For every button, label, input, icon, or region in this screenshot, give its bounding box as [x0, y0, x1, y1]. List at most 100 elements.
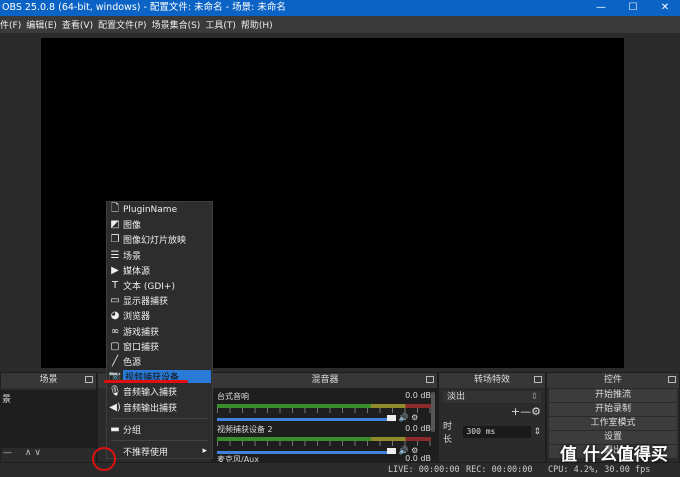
menu-item-label: 媒体源 — [123, 266, 151, 277]
menu-item-label: 显示器捕获 — [123, 297, 169, 308]
menu-item-label: 色源 — [123, 357, 142, 368]
volume-slider[interactable] — [217, 418, 387, 421]
start-streaming-button[interactable]: 开始推流 — [549, 389, 677, 402]
remove-scene-button[interactable]: — — [3, 448, 12, 458]
menu-item[interactable]: ◕ 浏览器 — [107, 308, 212, 323]
menu-item-group[interactable]: ▬ 分组 — [107, 422, 212, 437]
minimize-button[interactable]: — — [586, 0, 616, 16]
menu-file[interactable]: 件(F) — [0, 18, 21, 31]
spinner[interactable]: ⇕ — [533, 427, 541, 437]
add-source-menu: 🗋 PluginName ◩ 图像 ❐ 图像幻灯片放映 ☰ 场景 ▶ 媒体源 T 文本 (GDI+) ▭… — [106, 201, 213, 459]
menu-item-label: 图像幻灯片放映 — [123, 236, 187, 247]
duration-input[interactable]: 300 ms — [463, 426, 532, 438]
transitions-dock: 转场特效 淡出 ⇕ +—⚙ 时长 300 ms ⇕ — [438, 372, 546, 463]
move-up-button[interactable]: ∧ — [25, 448, 32, 458]
mixer-header: 混音器 — [213, 373, 437, 388]
menu-item-label: 音频输出捕获 — [123, 403, 178, 414]
menu-item[interactable]: ❐ 图像幻灯片放映 — [107, 232, 212, 247]
channel-level: 0.0 dB — [405, 424, 431, 433]
rec-status: REC: 00:00:00 — [466, 465, 533, 475]
scenes-dock: 场景 景 — ∧ ∨ — [0, 372, 97, 463]
float-icon[interactable] — [668, 376, 676, 383]
menu-item[interactable]: 🗋 PluginName — [107, 202, 212, 217]
scenes-header: 场景 — [1, 373, 96, 388]
mixer-channel: 视频捕获设备 2 0.0 dB 🔊 ⚙ — [217, 424, 431, 455]
scene-item[interactable]: 景 — [1, 390, 96, 407]
menu-item-deprecated[interactable]: 不推荐使用 ▸ — [107, 444, 212, 459]
annotation-underline — [104, 380, 188, 383]
menu-item[interactable]: ▶ 媒体源 — [107, 263, 212, 278]
menu-item[interactable]: 🎙 音频输入捕获 — [107, 384, 212, 399]
menu-view[interactable]: 查看(V) — [62, 18, 93, 31]
monitor-icon: ▭ — [110, 295, 120, 307]
mixer-channel: 麦克风/Aux 0.0 dB — [217, 454, 431, 462]
play-icon: ▶ — [111, 264, 119, 276]
microphone-icon: 🎙 — [108, 386, 122, 398]
channel-name: 台式音响 — [217, 392, 249, 401]
title-bar: OBS 25.0.8 (64-bit, windows) - 配置文件: 未命名… — [0, 0, 680, 16]
speaker-icon[interactable]: 🔊 — [399, 413, 409, 422]
menu-item[interactable]: ☰ 场景 — [107, 248, 212, 263]
controls-header: 控件 — [547, 373, 679, 388]
brush-icon: ╱ — [111, 355, 119, 367]
menu-item[interactable]: T 文本 (GDI+) — [107, 278, 212, 293]
channel-name: 麦克风/Aux — [217, 455, 259, 462]
menu-item-label: PluginName — [123, 204, 178, 215]
submenu-arrow-icon: ▸ — [202, 446, 207, 457]
menu-profile[interactable]: 配置文件(P) — [98, 18, 146, 31]
slider-handle[interactable] — [387, 447, 396, 454]
channel-name: 视频捕获设备 2 — [217, 425, 273, 434]
meter-ticks — [217, 441, 431, 446]
gear-icon[interactable]: ⚙ — [531, 405, 541, 418]
window-title: OBS 25.0.8 (64-bit, windows) - 配置文件: 未命名… — [2, 2, 286, 13]
controls-title: 控件 — [603, 375, 622, 385]
transition-select[interactable]: 淡出 ⇕ — [443, 391, 541, 403]
gear-icon[interactable]: ⚙ — [411, 413, 418, 422]
menu-item-label: 窗口捕获 — [123, 342, 160, 353]
start-recording-button[interactable]: 开始录制 — [549, 403, 677, 416]
text-icon: T — [111, 280, 119, 292]
maximize-button[interactable]: ☐ — [618, 0, 648, 16]
menu-item-label: 文本 (GDI+) — [123, 282, 175, 293]
float-icon[interactable] — [534, 376, 542, 383]
menu-bar: 件(F) 编辑(E) 查看(V) 配置文件(P) 场景集合(S) 工具(T) 帮… — [0, 16, 680, 33]
add-transition-button[interactable]: + — [511, 405, 520, 418]
channel-level: 0.0 dB — [405, 454, 431, 462]
remove-transition-button[interactable]: — — [520, 405, 531, 418]
menu-item-label: 场景 — [123, 251, 142, 262]
slider-handle[interactable] — [387, 414, 396, 421]
scenes-title: 场景 — [39, 375, 58, 385]
scrollbar[interactable] — [431, 392, 435, 432]
file-icon: 🗋 — [110, 203, 120, 215]
annotation-circle — [92, 447, 116, 471]
channel-level: 0.0 dB — [405, 391, 431, 400]
menu-edit[interactable]: 编辑(E) — [26, 18, 57, 31]
menu-item-label: 音频输入捕获 — [123, 388, 178, 399]
float-icon[interactable] — [426, 376, 434, 383]
window-icon: ▢ — [110, 340, 120, 352]
mixer-title: 混音器 — [311, 375, 339, 385]
float-icon[interactable] — [85, 376, 93, 383]
globe-icon: ◕ — [110, 310, 120, 322]
folder-icon: ▬ — [110, 423, 120, 435]
menu-item[interactable]: ◩ 图像 — [107, 217, 212, 232]
transition-value: 淡出 — [447, 392, 466, 402]
menu-tools[interactable]: 工具(T) — [205, 18, 236, 31]
mixer-dock: 混音器 台式音响 0.0 dB 🔊 ⚙ 视频捕获设备 2 0.0 dB 🔊 ⚙ 麦克… — [212, 372, 438, 463]
menu-item[interactable]: ▢ 窗口捕获 — [107, 339, 212, 354]
move-down-button[interactable]: ∨ — [34, 448, 41, 458]
close-button[interactable]: ✕ — [650, 0, 680, 16]
menu-help[interactable]: 帮助(H) — [241, 18, 273, 31]
menu-item-label: 游戏捕获 — [123, 327, 160, 338]
transitions-title: 转场特效 — [473, 375, 510, 385]
menu-scene-collection[interactable]: 场景集合(S) — [152, 18, 201, 31]
menu-item[interactable]: ◀) 音频输出捕获 — [107, 399, 212, 414]
menu-item-label: 图像 — [123, 221, 142, 232]
slideshow-icon: ❐ — [110, 234, 120, 246]
menu-item[interactable]: ▭ 显示器捕获 — [107, 293, 212, 308]
duration-label: 时长 — [443, 422, 453, 445]
menu-item[interactable]: ╱ 色源 — [107, 354, 212, 369]
live-status: LIVE: 00:00:00 — [388, 465, 460, 475]
menu-item[interactable]: ∞ 游戏捕获 — [107, 324, 212, 339]
studio-mode-button[interactable]: 工作室模式 — [549, 417, 677, 430]
